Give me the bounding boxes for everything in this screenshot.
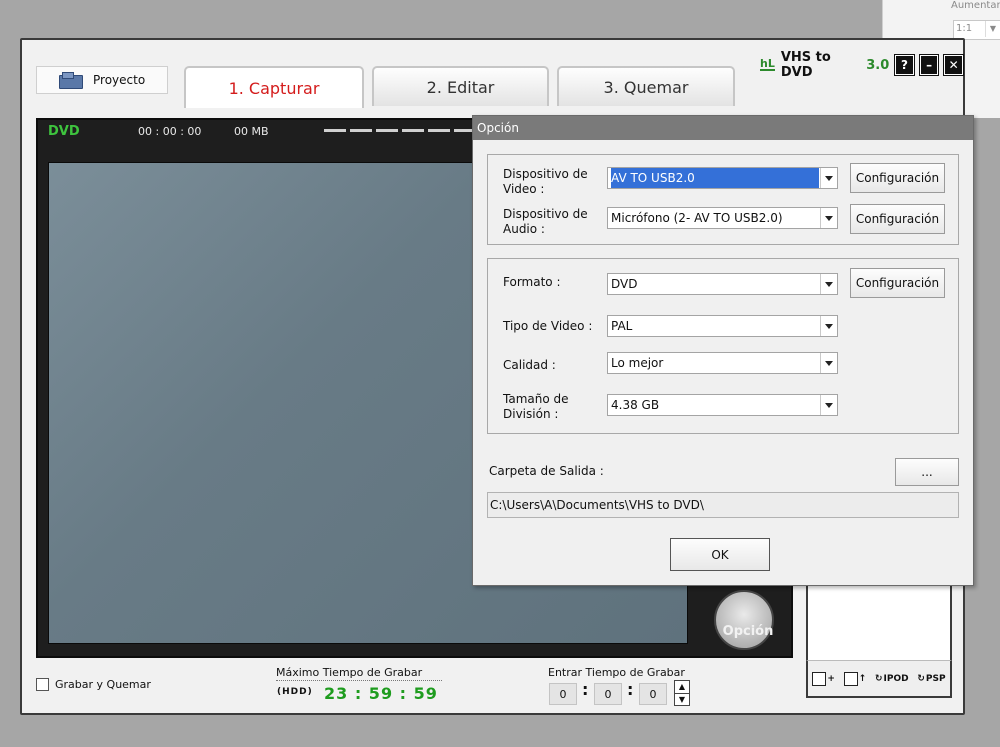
format-config-button[interactable]: Configuración xyxy=(850,268,945,298)
video-type-select[interactable]: PAL xyxy=(607,315,838,337)
brand-logo: hL xyxy=(760,57,775,71)
chevron-down-icon[interactable] xyxy=(820,316,837,336)
project-button-label: Proyecto xyxy=(93,73,146,87)
enter-time-label: Entrar Tiempo de Grabar xyxy=(548,666,685,679)
split-size-select[interactable]: 4.38 GB xyxy=(607,394,838,416)
hours-input[interactable]: 0 xyxy=(549,683,577,705)
brand-name: VHS to DVD xyxy=(780,50,831,80)
minimize-button[interactable]: – xyxy=(919,55,939,75)
max-time-label: Máximo Tiempo de Grabar xyxy=(276,666,423,679)
zoom-select[interactable]: 1:1 ▼ xyxy=(953,20,1000,40)
time-spinner[interactable]: ▲ ▼ xyxy=(674,680,690,706)
zoom-label: Aumentar xyxy=(951,0,1000,11)
format-value: DVD xyxy=(611,277,638,291)
video-type-label: Tipo de Video : xyxy=(503,319,593,333)
zoom-value: 1:1 xyxy=(956,23,973,34)
tab-editar-label: 2. Editar xyxy=(426,77,495,97)
grabar-quemar-checkbox[interactable] xyxy=(36,678,49,691)
quality-value: Lo mejor xyxy=(611,356,664,370)
file-list-toolbar: + ↑ ↻ IPOD ↻ PSP xyxy=(806,660,952,698)
format-select[interactable]: DVD xyxy=(607,273,838,295)
chevron-down-icon[interactable] xyxy=(820,395,837,415)
time-separator: : xyxy=(582,680,589,699)
grabar-quemar-option[interactable]: Grabar y Quemar xyxy=(36,678,151,691)
close-button[interactable]: ✕ xyxy=(944,55,963,75)
time-separator: : xyxy=(627,680,634,699)
ipod-icon[interactable]: ↻ IPOD xyxy=(875,674,909,684)
psp-icon[interactable]: ↻ PSP xyxy=(917,674,945,684)
chevron-down-icon: ▼ xyxy=(985,21,1000,37)
output-path-field[interactable]: C:\Users\A\Documents\VHS to DVD\ xyxy=(487,492,959,518)
level-meter xyxy=(324,129,484,132)
max-time-value: 23 : 59 : 59 xyxy=(324,684,438,703)
tab-editar[interactable]: 2. Editar xyxy=(372,66,549,106)
audio-device-select[interactable]: Micrófono (2- AV TO USB2.0) xyxy=(607,207,838,229)
tab-capturar-label: 1. Capturar xyxy=(228,78,320,98)
ipod-label: IPOD xyxy=(883,673,909,684)
browse-button[interactable]: ... xyxy=(895,458,959,486)
minutes-input[interactable]: 0 xyxy=(594,683,622,705)
quality-select[interactable]: Lo mejor xyxy=(607,352,838,374)
ok-button[interactable]: OK xyxy=(670,538,770,571)
video-device-label: Dispositivo de Video : xyxy=(503,167,588,196)
brand-version: 3.0 xyxy=(866,57,890,73)
folder-icon xyxy=(59,72,83,89)
tab-quemar[interactable]: 3. Quemar xyxy=(557,66,735,106)
spin-down-icon[interactable]: ▼ xyxy=(675,694,689,706)
help-button[interactable]: ? xyxy=(895,55,914,75)
divider xyxy=(276,680,442,681)
option-button[interactable] xyxy=(714,590,774,650)
export-file-icon[interactable]: ↑ xyxy=(843,671,866,686)
project-button[interactable]: Proyecto xyxy=(36,66,168,94)
video-device-value: AV TO USB2.0 xyxy=(611,168,819,188)
video-config-button[interactable]: Configuración xyxy=(850,163,945,193)
audio-config-button[interactable]: Configuración xyxy=(850,204,945,234)
chevron-down-icon[interactable] xyxy=(820,208,837,228)
audio-device-value: Micrófono (2- AV TO USB2.0) xyxy=(611,211,783,225)
option-dialog: Opción Dispositivo de Video : AV TO USB2… xyxy=(472,115,974,586)
seconds-input[interactable]: 0 xyxy=(639,683,667,705)
option-button-label[interactable]: Opción xyxy=(708,624,788,639)
format-label: Formato : xyxy=(503,275,561,289)
format-indicator: DVD xyxy=(48,123,80,139)
brand: hL VHS to DVD 3.0 ? – ✕ xyxy=(760,50,963,80)
tab-quemar-label: 3. Quemar xyxy=(603,77,689,97)
time-counter: 00 : 00 : 00 xyxy=(138,124,202,138)
output-folder-label: Carpeta de Salida : xyxy=(489,464,604,478)
chevron-down-icon[interactable] xyxy=(820,353,837,373)
hdd-label: (HDD) xyxy=(277,687,313,697)
tab-capturar[interactable]: 1. Capturar xyxy=(184,66,364,108)
chevron-down-icon[interactable] xyxy=(820,274,837,294)
psp-label: PSP xyxy=(925,673,946,684)
add-file-icon[interactable]: + xyxy=(812,671,835,686)
quality-label: Calidad : xyxy=(503,358,556,372)
spin-up-icon[interactable]: ▲ xyxy=(675,681,689,694)
split-size-label: Tamaño de División : xyxy=(503,392,569,421)
chevron-down-icon[interactable] xyxy=(820,168,837,188)
video-device-select[interactable]: AV TO USB2.0 xyxy=(607,167,838,189)
video-type-value: PAL xyxy=(611,319,633,333)
dialog-title: Opción xyxy=(473,116,973,140)
audio-device-label: Dispositivo de Audio : xyxy=(503,207,588,236)
size-counter: 00 MB xyxy=(234,124,269,138)
grabar-quemar-label: Grabar y Quemar xyxy=(55,678,151,691)
split-size-value: 4.38 GB xyxy=(611,398,660,412)
